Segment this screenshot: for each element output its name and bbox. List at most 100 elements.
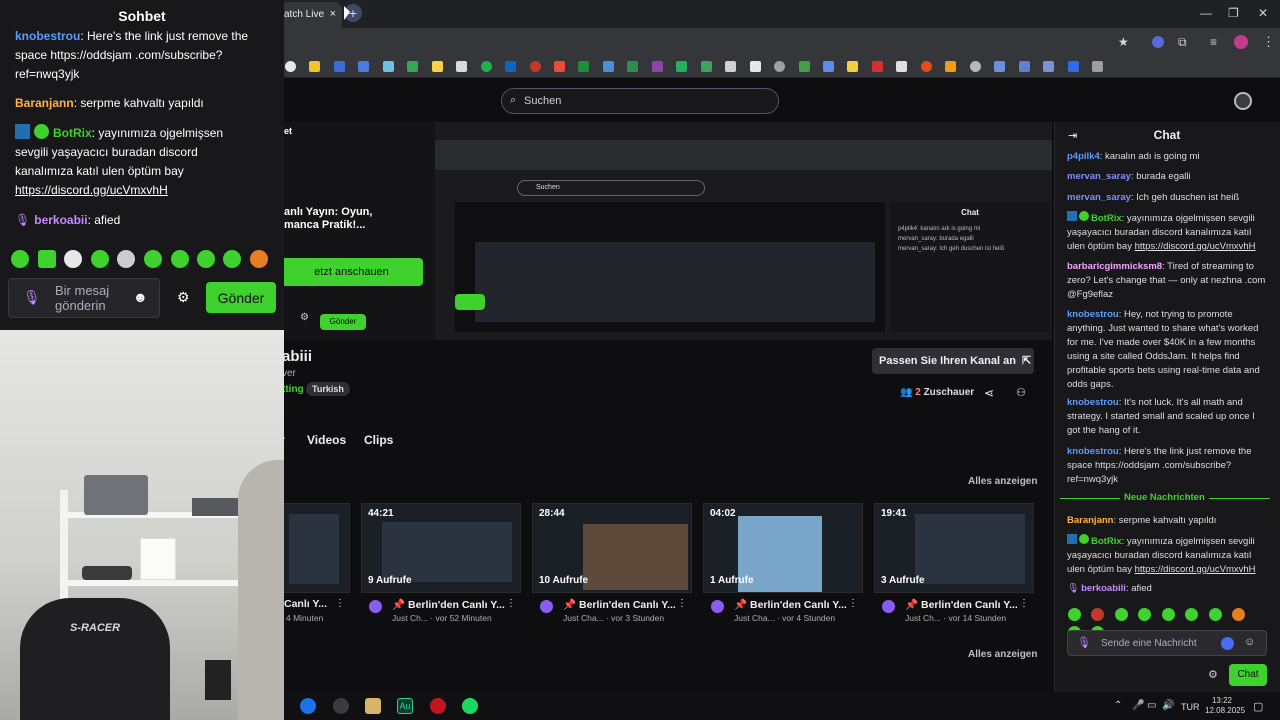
chat-username[interactable]: berkoabili (1081, 583, 1126, 594)
opera-icon[interactable] (430, 698, 446, 714)
tab-close-icon[interactable]: × (330, 8, 336, 20)
chat-username[interactable]: Baranjann (1067, 515, 1113, 526)
chat-username[interactable]: knobestrou (1067, 309, 1119, 320)
browser-tab[interactable]: atch Live × (280, 2, 342, 28)
video-title[interactable]: 📌 Berlin'den Canlı Y... (392, 598, 505, 611)
mod-icon[interactable]: ⚇ (1016, 386, 1026, 399)
mic-icon[interactable]: 🎙 (1077, 636, 1091, 649)
channel-name[interactable]: abiii (282, 348, 312, 365)
video-thumbnail[interactable]: 19:41 3 Aufrufe (874, 503, 1034, 593)
tray-chevron-icon[interactable]: ⌃ (1114, 700, 1122, 711)
bookmark-icon[interactable] (358, 61, 370, 72)
maximize-icon[interactable]: ❐ (1228, 6, 1239, 20)
share-icon[interactable]: ⋖ (984, 386, 994, 400)
chat-link[interactable]: https://discord.gg/ucVmxvhH (1135, 241, 1256, 252)
chat-link[interactable]: https://discord.gg/ucVmxvhH (1135, 564, 1256, 575)
bookmark-icon[interactable] (480, 61, 492, 72)
channel-avatar[interactable] (369, 600, 382, 613)
puzzle-icon[interactable]: ⧉ (1178, 35, 1187, 50)
emote-icon[interactable] (1185, 608, 1199, 621)
bookmark-icon[interactable] (382, 61, 394, 72)
emote-icon[interactable] (1091, 608, 1105, 621)
video-title[interactable]: 📌 Berlin'den Canlı Y... (734, 598, 847, 611)
edge-icon[interactable] (300, 698, 316, 714)
tray-language[interactable]: TUR (1181, 702, 1200, 712)
tray-volume-icon[interactable]: 🔊 (1162, 700, 1174, 711)
bookmark-icon[interactable] (627, 61, 639, 72)
nested-send-button[interactable]: Gönder (320, 314, 366, 330)
emoji-icon[interactable]: ☺ (1244, 636, 1255, 648)
video-title[interactable]: 📌 Berlin'den Canlı Y... (905, 598, 1018, 611)
bookmark-icon[interactable] (676, 61, 688, 72)
check-icon[interactable] (1221, 637, 1234, 650)
bookmark-icon[interactable] (994, 61, 1006, 72)
chat-username[interactable]: knobestrou (1067, 397, 1119, 408)
bookmark-icon[interactable] (578, 61, 590, 72)
bookmark-icon[interactable] (945, 61, 957, 72)
bookmark-icon[interactable] (1091, 61, 1103, 72)
chat-username[interactable]: mervan_saray (1067, 192, 1131, 203)
more-icon[interactable]: ⋮ (335, 598, 345, 609)
chat-input[interactable]: 🎙 Sende eine Nachricht ☺ (1067, 630, 1267, 656)
emote-icon[interactable] (1138, 608, 1152, 621)
tray-network-icon[interactable]: ▭ (1147, 700, 1156, 711)
bookmark-icon[interactable] (602, 61, 614, 72)
settings-icon[interactable]: ⚙ (300, 312, 309, 323)
tag-badge[interactable]: Turkish (306, 382, 350, 396)
bookmark-icon[interactable] (407, 61, 419, 72)
folder-icon[interactable] (365, 698, 381, 714)
address-bar[interactable]: ★ ⧉ ≡ ⋮ (280, 28, 1280, 56)
chat-send-button[interactable]: Chat (1229, 664, 1267, 686)
star-icon[interactable]: ★ (1118, 35, 1129, 49)
bookmark-icon[interactable] (871, 61, 883, 72)
bookmark-icon[interactable] (553, 61, 565, 72)
watch-now-button[interactable]: etzt anschauen (280, 258, 423, 286)
video-thumbnail[interactable] (282, 503, 350, 593)
tab-videos[interactable]: Videos (307, 433, 346, 447)
bookmark-icon[interactable] (651, 61, 663, 72)
more-icon[interactable]: ⋮ (677, 598, 687, 609)
bookmark-icon[interactable] (431, 61, 443, 72)
category-link[interactable]: tting (282, 384, 304, 395)
audition-icon[interactable]: Au (397, 698, 413, 714)
chat-username[interactable]: knobestrou (1067, 446, 1119, 457)
bookmark-icon[interactable] (798, 61, 810, 72)
spotify-icon[interactable] (462, 698, 478, 714)
chat-username[interactable]: barbaricgimmicksm8 (1067, 261, 1162, 272)
user-avatar[interactable] (1234, 92, 1252, 110)
more-icon[interactable]: ⋮ (848, 598, 858, 609)
bookmark-icon[interactable] (822, 61, 834, 72)
more-icon[interactable]: ⋮ (1019, 598, 1029, 609)
more-icon[interactable]: ⋮ (506, 598, 516, 609)
bookmark-icon[interactable] (896, 61, 908, 72)
notification-icon[interactable]: ▢ (1253, 700, 1263, 713)
search-input[interactable]: ⌕ Suchen (501, 88, 779, 114)
media-icon[interactable]: ≡ (1210, 35, 1217, 49)
extension-icon[interactable] (1152, 36, 1164, 48)
emote-icon[interactable] (1208, 608, 1222, 621)
emote-icon[interactable] (1114, 608, 1128, 621)
tray-clock[interactable]: 13:22 12.08.2025 (1205, 696, 1245, 716)
bookmark-icon[interactable] (920, 61, 932, 72)
bookmark-icon[interactable] (333, 61, 345, 72)
bookmark-icon[interactable] (969, 61, 981, 72)
channel-avatar[interactable] (540, 600, 553, 613)
video-title[interactable]: Canlı Y... (284, 598, 327, 610)
channel-avatar[interactable] (882, 600, 895, 613)
bookmark-icon[interactable] (1043, 61, 1055, 72)
video-thumbnail[interactable]: 28:44 10 Aufrufe (532, 503, 692, 593)
show-all-link[interactable]: Alles anzeigen (968, 476, 1037, 487)
bookmark-icon[interactable] (700, 61, 712, 72)
bookmark-icon[interactable] (1018, 61, 1030, 72)
emote-icon[interactable] (1161, 608, 1175, 621)
bookmark-icon[interactable] (774, 61, 786, 72)
video-title[interactable]: 📌 Berlin'den Canlı Y... (563, 598, 676, 611)
obs-icon[interactable] (333, 698, 349, 714)
chat-username[interactable]: BotRix (1091, 536, 1122, 547)
chat-username[interactable]: p4pilk4 (1067, 151, 1100, 162)
profile-avatar[interactable] (1234, 35, 1248, 49)
bookmark-icon[interactable] (847, 61, 859, 72)
channel-avatar[interactable] (711, 600, 724, 613)
tab-clips[interactable]: Clips (364, 433, 393, 447)
chat-settings-icon[interactable]: ⚙ (1208, 668, 1218, 681)
